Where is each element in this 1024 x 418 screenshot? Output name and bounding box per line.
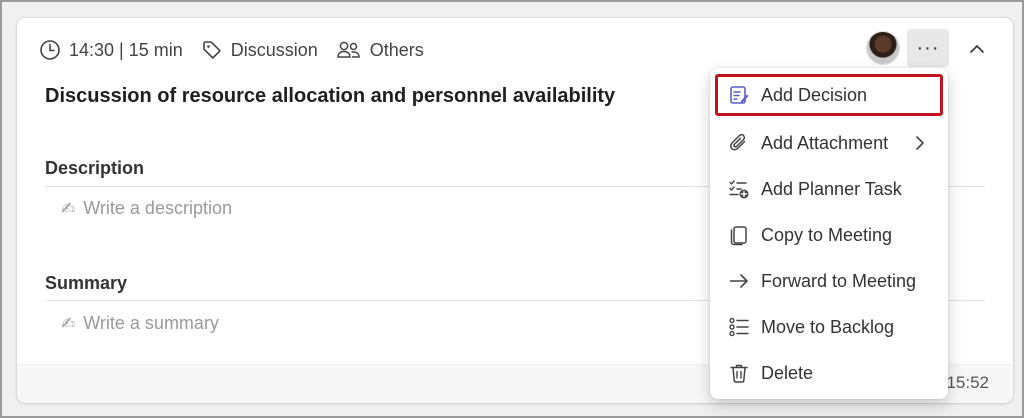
type-text: Discussion <box>230 39 318 60</box>
description-placeholder: Write a description <box>83 198 232 218</box>
time-info: 14:30 | 15 min <box>39 39 183 61</box>
attendees-text: Others <box>369 39 424 60</box>
summary-label: Summary <box>45 273 128 293</box>
menu-item-add-planner-task[interactable]: Add Planner Task <box>716 169 942 209</box>
menu-item-add-decision[interactable]: Add Decision <box>715 74 943 116</box>
writing-hand-icon: ✍ <box>61 198 76 218</box>
more-options-button[interactable]: ··· <box>907 29 949 67</box>
chevron-up-icon <box>970 45 984 53</box>
menu-item-label: Add Planner Task <box>761 178 902 199</box>
menu-item-label: Forward to Meeting <box>761 270 917 291</box>
menu-item-label: Move to Backlog <box>761 316 895 337</box>
menu-item-forward-to-meeting[interactable]: Forward to Meeting <box>716 261 942 301</box>
item-meta: 14:30 | 15 min Discussion Others <box>39 38 442 62</box>
chevron-right-icon <box>912 133 928 158</box>
menu-item-label: Delete <box>761 362 814 383</box>
avatar[interactable] <box>867 32 899 64</box>
menu-item-label: Add Decision <box>761 84 868 105</box>
menu-item-delete[interactable]: Delete <box>716 353 942 393</box>
tag-icon <box>202 41 221 59</box>
menu-item-label: Add Attachment <box>761 132 889 153</box>
attendees-info[interactable]: Others <box>336 39 424 61</box>
menu-item-label: Copy to Meeting <box>761 224 893 245</box>
copy-icon <box>726 224 752 246</box>
summary-input[interactable]: ✍ Write a summary <box>61 313 219 334</box>
paperclip-icon <box>726 132 752 154</box>
item-title[interactable]: Discussion of resource allocation and pe… <box>45 85 615 108</box>
trash-icon <box>726 362 752 384</box>
menu-item-add-attachment[interactable]: Add Attachment <box>716 123 942 163</box>
collapse-button[interactable] <box>963 35 991 63</box>
menu-item-copy-to-meeting[interactable]: Copy to Meeting <box>716 215 942 255</box>
arrow-right-icon <box>726 270 752 292</box>
more-options-menu: Add Decision Add Attachment Add Planner … <box>710 68 948 399</box>
people-icon <box>337 41 360 58</box>
description-input[interactable]: ✍ Write a description <box>61 198 232 219</box>
menu-item-move-to-backlog[interactable]: Move to Backlog <box>716 307 942 347</box>
clock-icon <box>40 40 60 60</box>
more-icon: ··· <box>916 36 940 59</box>
decision-icon <box>726 84 752 106</box>
type-tag[interactable]: Discussion <box>201 39 318 61</box>
list-icon <box>726 316 752 338</box>
planner-task-icon <box>726 178 752 200</box>
time-text: 14:30 | 15 min <box>69 39 183 60</box>
summary-placeholder: Write a summary <box>83 313 219 333</box>
description-label: Description <box>45 158 145 178</box>
writing-hand-icon: ✍ <box>61 313 76 333</box>
